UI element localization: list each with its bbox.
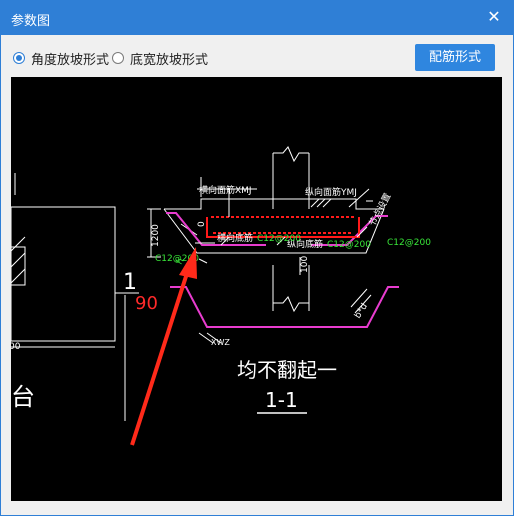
width-slope-radio[interactable]: 底宽放坡形式: [112, 49, 209, 68]
drawing-svg: 00 台 1 90 横向面筋XMJ 纵向面筋YMJ 横向底筋 纵向底筋 C12@…: [11, 146, 431, 446]
caption-text: 均不翻起一: [237, 358, 337, 382]
title-bar: 参数图 ✕: [1, 1, 513, 35]
long-face-rebar-label: 纵向面筋YMJ: [305, 186, 357, 198]
rebar-form-button[interactable]: 配筋形式: [415, 44, 495, 71]
scale-number: 1: [123, 270, 137, 295]
dim-1200: 1200: [151, 224, 161, 247]
toolbar: 角度放坡形式 底宽放坡形式 配筋形式: [1, 35, 513, 77]
width-slope-label: 底宽放坡形式: [130, 52, 209, 68]
parameter-drawing-canvas: 00 台 1 90 横向面筋XMJ 纵向面筋YMJ 横向底筋 纵向底筋 C12@…: [11, 77, 502, 501]
column-top: [200, 146, 310, 209]
angle-slope-radio[interactable]: 角度放坡形式: [13, 49, 110, 68]
dialog-title: 参数图: [11, 14, 51, 29]
foundation-detail: [198, 288, 372, 344]
rebar-spec-mid: C12@200: [257, 234, 301, 244]
angle-slope-label: 角度放坡形式: [31, 52, 110, 68]
annotation-arrow: [130, 247, 197, 446]
left-char: 台: [11, 383, 35, 411]
radio-checked-icon: [13, 52, 25, 64]
section-label: 1-1: [265, 388, 298, 412]
rebar-spec-right: C12@200: [387, 238, 431, 248]
left-small-number: 00: [11, 342, 21, 352]
radio-unchecked-icon: [112, 52, 124, 64]
corner-rebar-label: 节点设置: [367, 191, 394, 228]
close-icon[interactable]: ✕: [485, 7, 503, 27]
parameter-dialog: 参数图 ✕ 角度放坡形式 底宽放坡形式 配筋形式 00 台 1 90 横向面筋X…: [0, 0, 514, 516]
bottom-rebar-label: 横向底筋: [217, 232, 253, 244]
dim-xwz: XWZ: [211, 338, 230, 347]
red-angle-label: 90: [135, 293, 158, 314]
dim-bxd: b*d: [353, 302, 370, 321]
top-face-rebar-label: 横向面筋XMJ: [199, 184, 252, 196]
dim-zero: 0: [197, 221, 207, 227]
dim-100: 100: [300, 256, 310, 273]
rebar-spec-mid2: C12@200: [327, 240, 371, 250]
